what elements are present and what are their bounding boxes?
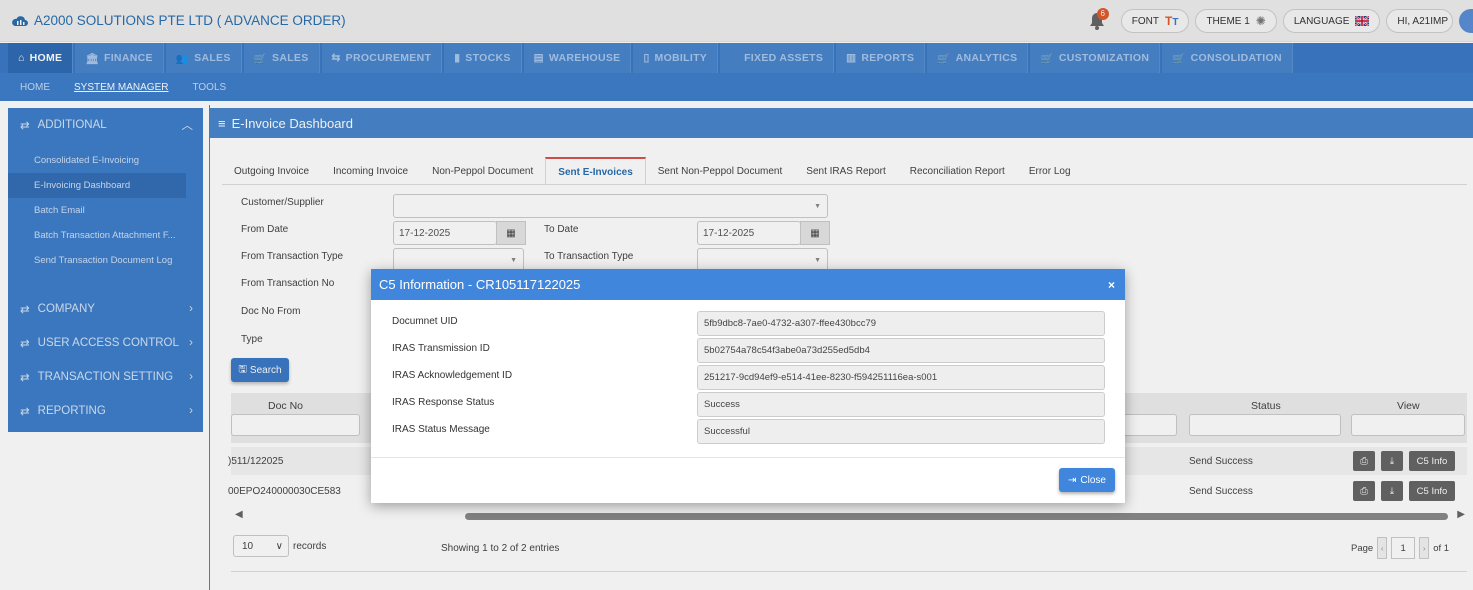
field-label: IRAS Transmission ID <box>392 343 490 354</box>
field-label: IRAS Acknowledgement ID <box>392 370 513 381</box>
modal-field-iras-acknowledgement-id: IRAS Acknowledgement ID 251217-9cd94ef9-… <box>392 365 1105 390</box>
field-label: IRAS Response Status <box>392 397 495 408</box>
modal-divider <box>371 457 1125 458</box>
field-value: 5b02754a78c54f3abe0a73d255ed5db4 <box>697 338 1105 363</box>
close-button-label: Close <box>1080 474 1106 486</box>
field-value: Successful <box>697 419 1105 444</box>
field-value: 251217-9cd94ef9-e514-41ee-8230-f59425111… <box>697 365 1105 390</box>
field-value: Success <box>697 392 1105 417</box>
modal-field-document-uid: Documnet UID 5fb9dbc8-7ae0-4732-a307-ffe… <box>392 311 1105 336</box>
modal-field-iras-status-message: IRAS Status Message Successful <box>392 419 1105 444</box>
modal-header: C5 Information - CR105117122025 × <box>371 269 1125 300</box>
field-label: IRAS Status Message <box>392 424 490 435</box>
modal-title: C5 Information - CR105117122025 <box>379 277 581 292</box>
sign-out-icon: ⇥ <box>1068 474 1077 486</box>
close-icon[interactable]: × <box>1108 278 1115 292</box>
modal-field-iras-transmission-id: IRAS Transmission ID 5b02754a78c54f3abe0… <box>392 338 1105 363</box>
c5-info-modal: C5 Information - CR105117122025 × Documn… <box>371 269 1125 503</box>
modal-field-iras-response-status: IRAS Response Status Success <box>392 392 1105 417</box>
field-label: Documnet UID <box>392 316 458 327</box>
field-value: 5fb9dbc8-7ae0-4732-a307-ffee430bcc79 <box>697 311 1105 336</box>
close-button[interactable]: ⇥ Close <box>1059 468 1115 492</box>
